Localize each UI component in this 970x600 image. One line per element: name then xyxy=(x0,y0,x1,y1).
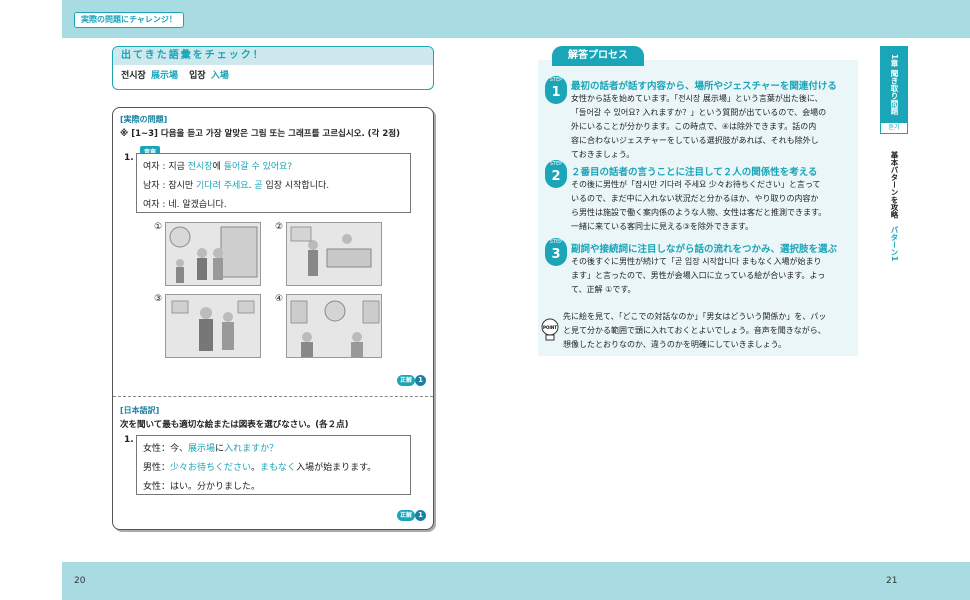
option-picture-1[interactable] xyxy=(165,222,261,286)
option-number-2: ② xyxy=(275,222,284,232)
page-number-right: 21 xyxy=(886,576,898,586)
option-number-4: ④ xyxy=(275,294,284,304)
vocab-title: 出てきた語彙をチェック！ xyxy=(113,47,433,65)
question-section-label: [実際の問題] xyxy=(120,115,168,124)
dialog-line-2: 남자 : 잠시만 기다려 주세요. 곧 입장 시작합니다. xyxy=(143,181,330,191)
answer-badge-translation: 正解 xyxy=(397,510,416,521)
point-text: 先に絵を見て、「どこでの対話なのか」「男女はどういう関係か」を、パッ と見て分か… xyxy=(563,312,827,349)
option-number-1: ① xyxy=(154,222,163,232)
answer-process-title: 解答プロセス xyxy=(552,46,644,66)
step-1-icon: STEP 1 xyxy=(545,76,567,104)
dialog-line-1: 여자 : 지금 전시장에 들어갈 수 있어요? xyxy=(143,162,293,172)
top-band xyxy=(62,0,970,38)
reception-desk-illustration xyxy=(287,223,381,285)
step-2-title: ２番目の話者の言うことに注目して２人の関係性を考える xyxy=(571,167,818,178)
chapter-kor-label: 듣기 xyxy=(880,122,908,134)
vocab-ko-2: 입장 xyxy=(189,71,206,81)
translation-line-3: 女性：はい。分かりました。 xyxy=(143,482,261,492)
korean-dialog-box: 여자 : 지금 전시장에 들어갈 수 있어요? 남자 : 잠시만 기다려 주세요… xyxy=(136,153,411,213)
vocab-check-box: 出てきた語彙をチェック！ 전시장 展示場 입장 入場 xyxy=(112,46,434,90)
point-lightbulb-icon: POINT xyxy=(541,318,559,342)
option-picture-3[interactable] xyxy=(165,294,261,358)
gallery-visitors-illustration xyxy=(166,295,260,357)
section-header-tab: 実際の問題にチャレンジ！ xyxy=(74,12,184,28)
section-divider xyxy=(113,396,433,397)
answer-circle-question: 1 xyxy=(415,375,426,386)
translation-line-2: 男性：少々お待ちください。まもなく入場が始まります。 xyxy=(143,463,377,473)
answer-badge-question: 正解 xyxy=(397,375,416,386)
step-2-icon: STEP 2 xyxy=(545,160,567,188)
step-3-title: 副詞や接続詞に注目しながら話の流れをつかみ、選択肢を選ぶ xyxy=(571,244,838,255)
chapter-tab[interactable]: 1章 聞き取り問題 xyxy=(880,46,908,122)
step-1-title: 最初の話者が話す内容から、場所やジェスチャーを関連付ける xyxy=(571,81,837,92)
inside-hall-illustration xyxy=(287,295,381,357)
step-3-text: その後すぐに男性が続けて「곧 입장 시작합니다 まもなく入場が始まり ます」と言… xyxy=(571,257,826,294)
step-1-text: 女性から話を始めています。「전시장 展示場」という言葉が出た後に、 「들어갈 수… xyxy=(571,94,827,159)
question-number: 1. xyxy=(124,153,134,163)
bottom-band xyxy=(62,562,970,600)
chapter-side-text: 基本パターンを攻略 パターン1 xyxy=(890,150,899,262)
translation-section-label: [日本語訳] xyxy=(120,406,160,415)
vocab-ko-1: 전시장 xyxy=(121,71,146,81)
exhibition-entrance-illustration xyxy=(166,223,260,285)
page-number-left: 20 xyxy=(74,576,86,586)
translation-instruction: 次を聞いて最も適切な絵または図表を選びなさい。(各２点) xyxy=(120,420,349,430)
translation-line-1: 女性：今、展示場に入れますか？ xyxy=(143,444,279,454)
option-number-3: ③ xyxy=(154,294,163,304)
option-picture-2[interactable] xyxy=(286,222,382,286)
japanese-dialog-box: 女性：今、展示場に入れますか？ 男性：少々お待ちください。まもなく入場が始まりま… xyxy=(136,435,411,495)
step-2-text: その後に男性が「잠시만 기다려 주세요 少々お待ちください」と言って いるので、… xyxy=(571,180,827,231)
translation-number: 1. xyxy=(124,435,134,445)
point-icon-label: POINT xyxy=(543,325,557,330)
vocab-ja-1: 展示場 xyxy=(150,71,178,81)
step-3-icon: STEP 3 xyxy=(545,238,567,266)
vocab-ja-2: 入場 xyxy=(210,71,229,81)
dialog-line-3: 여자 : 네. 알겠습니다. xyxy=(143,200,227,210)
answer-circle-translation: 1 xyxy=(415,510,426,521)
question-instruction: ※ [1~3] 다음을 듣고 가장 알맞은 그림 또는 그래프를 고르십시오. … xyxy=(120,129,400,139)
vocab-list: 전시장 展示場 입장 入場 xyxy=(113,65,433,87)
option-picture-4[interactable] xyxy=(286,294,382,358)
